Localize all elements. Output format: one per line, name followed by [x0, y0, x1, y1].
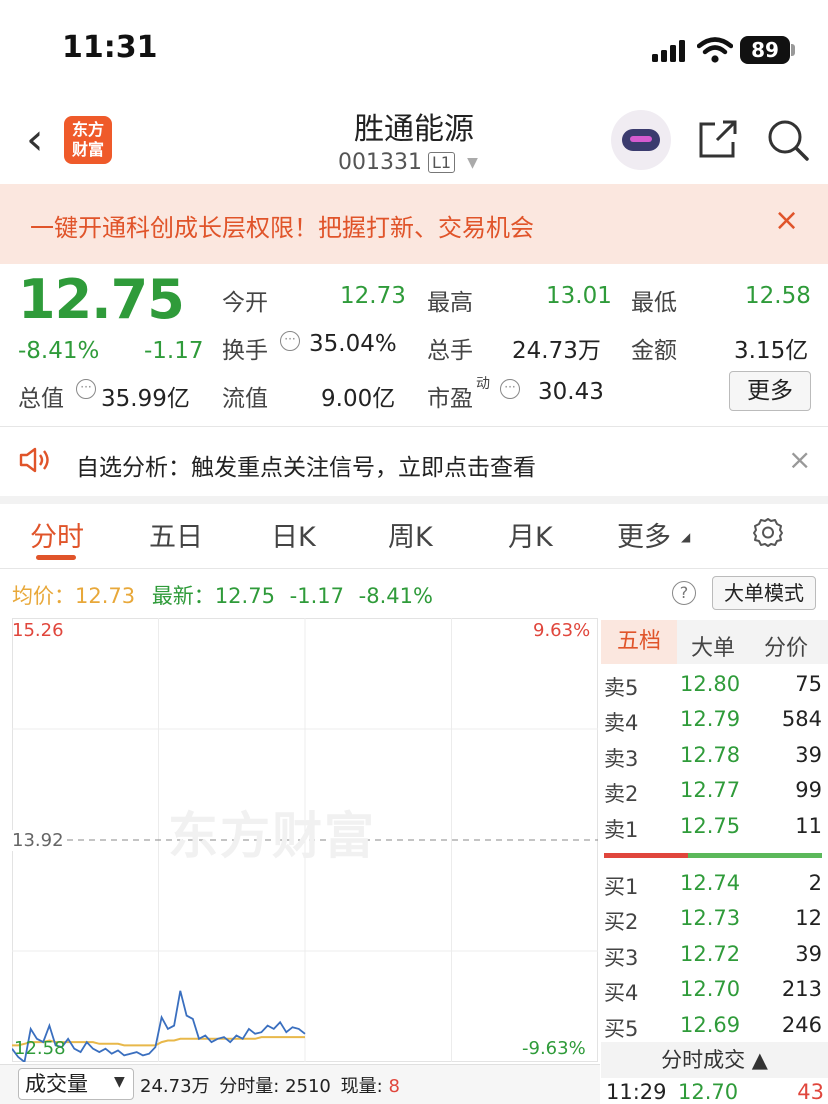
- bid-row: 买5 12.69 246: [604, 1013, 822, 1041]
- pe-value: 30.43: [538, 379, 604, 405]
- stock-code: 001331: [338, 150, 422, 175]
- signal-icon: [652, 40, 685, 62]
- big-order-mode-button[interactable]: 大单模式: [712, 576, 816, 610]
- info-dots-icon[interactable]: ···: [280, 331, 300, 351]
- latest-change-pct: -8.41%: [358, 584, 433, 608]
- open-value: 12.73: [340, 283, 406, 309]
- tab-daily-k[interactable]: 日K: [271, 515, 316, 554]
- chart-top-pct: 9.63%: [533, 620, 591, 641]
- volume-value: 24.73万: [512, 338, 601, 364]
- battery-tip: [791, 44, 795, 56]
- close-icon[interactable]: ×: [788, 446, 811, 474]
- divider: [0, 426, 828, 427]
- change-value: -1.17: [144, 338, 204, 364]
- divider: [0, 568, 828, 569]
- chart-low-pct: -9.63%: [522, 1038, 586, 1059]
- amount-label: 金额: [631, 338, 677, 364]
- avg-price-label: 均价：: [12, 584, 75, 608]
- tab-price-dist[interactable]: 分价: [764, 630, 808, 662]
- close-icon[interactable]: ×: [774, 206, 799, 236]
- turnover-label: 换手: [222, 338, 268, 364]
- low-label: 最低: [631, 290, 677, 316]
- ask-row: 卖1 12.75 11: [604, 814, 822, 842]
- bid-row: 买3 12.72 39: [604, 942, 822, 970]
- change-percent: -8.41%: [18, 338, 100, 364]
- level-badge: L1: [427, 152, 456, 173]
- open-label: 今开: [222, 290, 268, 316]
- price-info-row: 均价：12.73 最新：12.75 -1.17 -8.41%: [12, 580, 433, 610]
- info-dots-icon[interactable]: ···: [76, 379, 96, 399]
- ask-row: 卖4 12.79 584: [604, 707, 822, 735]
- turnover-value: 35.04%: [309, 331, 397, 357]
- market-cap-value: 35.99亿: [101, 386, 190, 412]
- float-cap-label: 流值: [222, 386, 268, 412]
- divider: [0, 496, 828, 504]
- tab-intraday[interactable]: 分时: [30, 515, 84, 554]
- latest-change: -1.17: [289, 584, 344, 608]
- tab-weekly-k[interactable]: 周K: [388, 515, 433, 554]
- caret-down-icon: ▼: [114, 1074, 125, 1090]
- chart-low-price: 12.58: [14, 1038, 66, 1059]
- speaker-icon: [19, 447, 49, 473]
- tick-row: 11:29 12.70 43: [606, 1080, 824, 1104]
- float-cap-value: 9.00亿: [321, 386, 396, 412]
- share-icon[interactable]: [697, 118, 739, 160]
- bid-row: 买1 12.74 2: [604, 871, 822, 899]
- notice-text[interactable]: 自选分析：触发重点关注信号，立即点击查看: [76, 448, 536, 482]
- amount-value: 3.15亿: [734, 338, 809, 364]
- tab-five-day[interactable]: 五日: [149, 515, 203, 554]
- more-button[interactable]: 更多: [729, 371, 811, 411]
- watermark: 东方财富: [168, 807, 376, 865]
- market-cap-label: 总值: [18, 386, 64, 412]
- volume-label: 总手: [427, 338, 473, 364]
- buy-sell-ratio-bar-green: [688, 853, 822, 858]
- bid-row: 买4 12.70 213: [604, 977, 822, 1005]
- ask-row: 卖2 12.77 99: [604, 778, 822, 806]
- help-icon[interactable]: ?: [672, 581, 696, 605]
- caret-icon: ◢: [681, 530, 691, 544]
- tab-underline: [36, 555, 76, 560]
- tab-big-orders[interactable]: 大单: [691, 630, 735, 662]
- low-value: 12.58: [745, 283, 811, 309]
- promo-banner-text[interactable]: 一键开通科创成长层权限！把握打新、交易机会: [30, 208, 534, 243]
- stock-code-selector[interactable]: 001331 L1 ▼: [338, 150, 478, 175]
- tick-trades-header[interactable]: 分时成交 ▲: [601, 1042, 828, 1078]
- bid-row: 买2 12.73 12: [604, 906, 822, 934]
- ask-row: 卖3 12.78 39: [604, 743, 822, 771]
- wifi-icon: [697, 37, 733, 63]
- high-value: 13.01: [546, 283, 612, 309]
- tab-five-levels[interactable]: 五档: [601, 620, 677, 664]
- tab-monthly-k[interactable]: 月K: [508, 515, 553, 554]
- latest-price-value: 12.75: [214, 584, 275, 608]
- volume-info: 24.73万 分时量: 2510 现量: 8: [140, 1076, 400, 1097]
- pe-label: 市盈: [427, 386, 473, 412]
- status-time: 11:31: [62, 30, 158, 65]
- chart-mid-price: 13.92: [12, 830, 64, 851]
- buy-sell-ratio-bar-red: [604, 853, 688, 858]
- robot-eyes-icon: [630, 136, 652, 142]
- high-label: 最高: [427, 290, 473, 316]
- info-dots-icon[interactable]: ···: [500, 379, 520, 399]
- last-price: 12.75: [18, 268, 185, 331]
- caret-down-icon: ▼: [467, 154, 478, 171]
- avg-price-value: 12.73: [75, 584, 136, 608]
- battery-icon: 89: [740, 36, 790, 64]
- gear-icon[interactable]: [752, 516, 784, 548]
- latest-price-label: 最新：: [151, 584, 215, 608]
- tab-more[interactable]: 更多: [617, 515, 671, 554]
- search-icon[interactable]: [766, 118, 810, 162]
- chart-top-price: 15.26: [12, 620, 64, 641]
- ask-row: 卖5 12.80 75: [604, 672, 822, 700]
- pe-sup: 动: [476, 376, 490, 392]
